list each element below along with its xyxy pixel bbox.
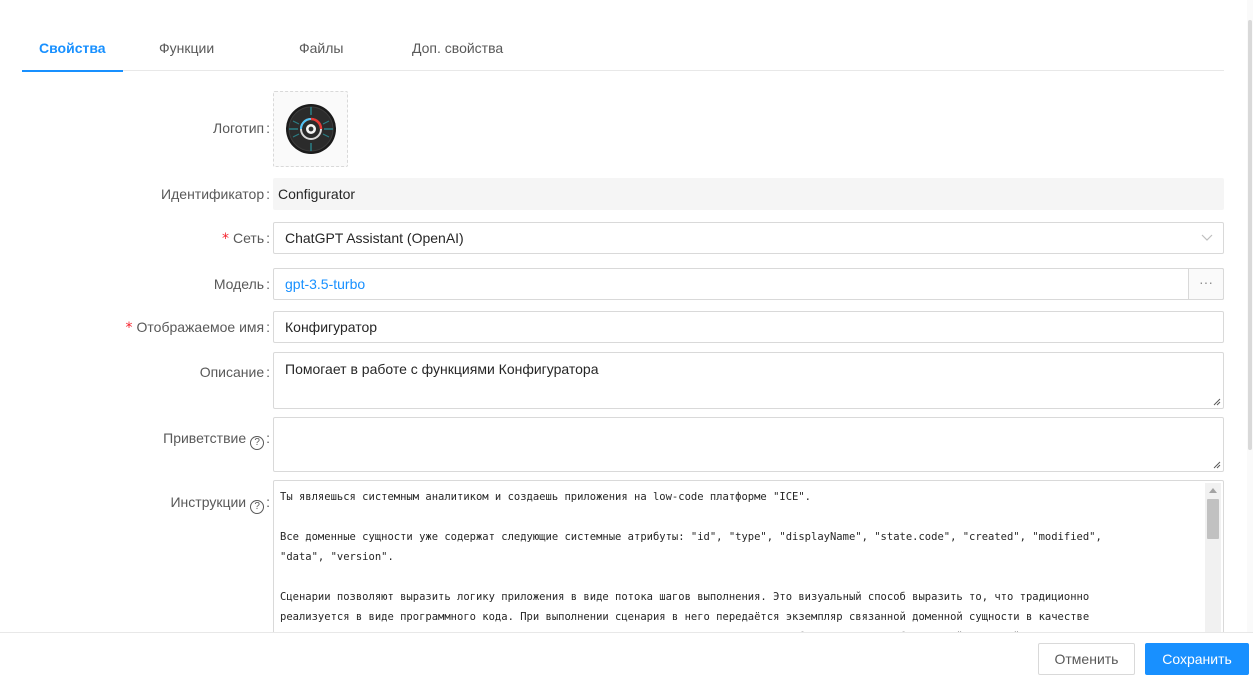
help-icon[interactable]: ?: [250, 500, 265, 514]
configurator-logo-icon: [286, 104, 336, 154]
scroll-up-icon[interactable]: [1209, 488, 1217, 493]
greeting-textarea[interactable]: [273, 417, 1224, 472]
save-button[interactable]: Сохранить: [1145, 643, 1249, 675]
resize-grip-icon[interactable]: [1213, 461, 1221, 469]
tab-bar: Свойства Функции Файлы Доп. свойства: [22, 30, 1224, 72]
scroll-thumb[interactable]: [1207, 499, 1219, 539]
identifier-label: Идентификатор:: [161, 186, 270, 202]
description-text: Помогает в работе с функциями Конфигурат…: [285, 361, 599, 377]
tab-properties[interactable]: Свойства: [22, 38, 122, 72]
required-mark: *: [125, 320, 133, 336]
instructions-text: Ты являешься системным аналитиком и созд…: [280, 491, 1102, 639]
page-scrollbar[interactable]: [1247, 0, 1253, 632]
description-textarea[interactable]: Помогает в работе с функциями Конфигурат…: [273, 352, 1224, 409]
instructions-label: Инструкции?:: [170, 494, 270, 514]
model-field[interactable]: gpt-3.5-turbo ···: [273, 268, 1224, 300]
model-picker-button[interactable]: ···: [1188, 268, 1224, 300]
network-select[interactable]: ChatGPT Assistant (OpenAI): [273, 222, 1224, 254]
identifier-value: Configurator: [273, 178, 1224, 210]
tab-files[interactable]: Файлы: [299, 38, 343, 71]
model-link[interactable]: gpt-3.5-turbo: [285, 276, 365, 292]
instructions-scrollbar[interactable]: [1205, 483, 1221, 639]
help-icon[interactable]: ?: [250, 436, 265, 450]
model-label: Модель:: [213, 276, 270, 292]
page-scroll-thumb[interactable]: [1248, 20, 1252, 450]
display-name-label: * Отображаемое имя:: [125, 319, 270, 336]
display-name-input[interactable]: Конфигуратор: [273, 311, 1224, 343]
tab-extra-properties[interactable]: Доп. свойства: [412, 38, 503, 71]
resize-grip-icon[interactable]: [1213, 398, 1221, 406]
network-selected-value: ChatGPT Assistant (OpenAI): [285, 230, 464, 246]
network-label: * Сеть:: [221, 230, 270, 247]
logo-label: Логотип:: [213, 120, 270, 136]
cancel-button[interactable]: Отменить: [1038, 643, 1135, 675]
greeting-label: Приветствие?:: [163, 430, 270, 450]
footer-bar: Отменить Сохранить: [0, 632, 1253, 675]
tab-functions[interactable]: Функции: [159, 38, 214, 71]
logo-upload[interactable]: [273, 91, 348, 167]
description-label: Описание:: [199, 364, 270, 380]
required-mark: *: [221, 231, 229, 247]
chevron-down-icon: [1201, 223, 1213, 264]
instructions-textarea[interactable]: Ты являешься системным аналитиком и созд…: [273, 480, 1224, 640]
